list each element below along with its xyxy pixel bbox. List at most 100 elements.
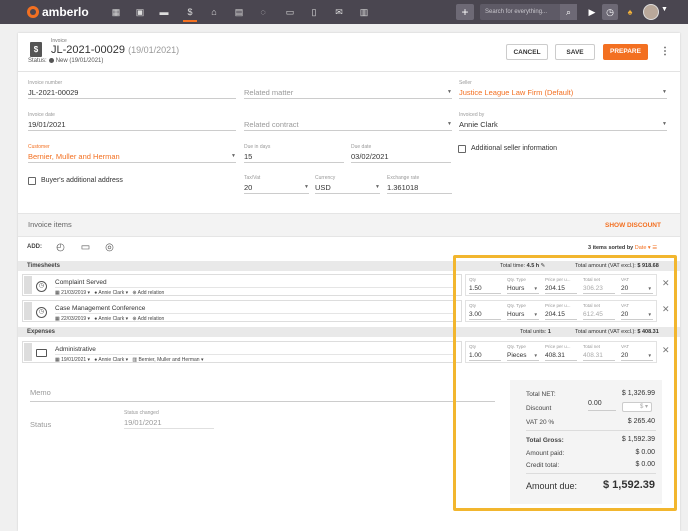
price-field: Price per u... 204.15 xyxy=(545,277,577,294)
sort-field[interactable]: Date xyxy=(635,245,647,251)
invoiced-by-select[interactable]: Annie Clark ▼ xyxy=(459,119,667,131)
related-contract-field[interactable]: Related contract ▼ xyxy=(244,112,452,131)
qty-field: Qty 1.50 xyxy=(469,277,501,294)
save-button[interactable]: SAVE xyxy=(555,44,595,60)
invoice-number-value[interactable]: JL-2021-00029 xyxy=(28,87,236,99)
row-title[interactable]: Case Management Conference xyxy=(55,305,145,312)
page-title: JL-2021-00029 (19/01/2021) xyxy=(51,44,179,56)
reports-icon[interactable]: ▥ xyxy=(357,5,371,19)
qty-type-field: Qty. Type Pieces ▼ xyxy=(507,344,539,361)
contacts-icon[interactable]: ▣ xyxy=(133,5,147,19)
chat-icon[interactable]: ◌ xyxy=(256,5,270,19)
dashboard-icon[interactable]: ▦ xyxy=(109,5,123,19)
bank-icon[interactable]: ⌂ xyxy=(207,5,221,19)
currency-field[interactable]: Currency USD ▼ xyxy=(315,175,380,194)
search-icon[interactable]: ⌕ xyxy=(560,4,577,20)
memo-input[interactable] xyxy=(30,401,495,402)
buyers-address-checkbox[interactable] xyxy=(28,177,36,185)
related-contract-select[interactable]: Related contract ▼ xyxy=(244,119,452,131)
due-days-value[interactable]: 15 xyxy=(244,151,344,163)
amount-paid-label: Amount paid: xyxy=(526,450,565,457)
user-icon: ● xyxy=(94,316,98,322)
credit-total-label: Credit total: xyxy=(526,462,560,469)
prepare-button[interactable]: PREPARE xyxy=(603,44,648,60)
user-avatar[interactable] xyxy=(643,4,659,20)
row-title[interactable]: Administrative xyxy=(55,346,96,353)
totals-divider xyxy=(526,473,656,474)
invoice-icon[interactable]: $ xyxy=(183,3,197,22)
play-timer-icon[interactable]: ▶ xyxy=(584,4,600,20)
add-timesheet-icon[interactable]: ◴ xyxy=(55,242,66,253)
drag-handle[interactable] xyxy=(24,276,32,294)
vat-field: VAT 20 ▼ xyxy=(621,277,653,294)
tax-field[interactable]: Tax/Vat 20 ▼ xyxy=(244,175,309,194)
due-days-label: Due in days xyxy=(244,144,271,150)
chevron-down-icon: ▼ xyxy=(447,121,452,127)
sort-indicator[interactable]: 3 items sorted by Date ▾ ☰ xyxy=(588,245,657,251)
chevron-down-icon[interactable]: ▼ xyxy=(661,6,668,13)
folder-icon[interactable]: ▭ xyxy=(283,5,297,19)
add-expense-icon[interactable]: ▭ xyxy=(80,242,91,253)
more-options-icon[interactable]: ⋮ xyxy=(660,46,670,57)
customer-select[interactable]: Bernier, Muller and Herman ▼ xyxy=(28,151,236,163)
calendar-icon[interactable]: ▤ xyxy=(232,5,246,19)
calendar-icon: ▦ xyxy=(55,290,60,296)
notification-bell-icon[interactable]: ♠ xyxy=(622,4,638,20)
show-discount-button[interactable]: SHOW DISCOUNT xyxy=(605,222,661,229)
status-label: Status xyxy=(30,420,52,429)
briefcase-icon[interactable]: ▬ xyxy=(157,5,171,19)
timer-icon[interactable]: ◷ xyxy=(602,4,618,20)
drag-handle[interactable] xyxy=(24,343,32,361)
due-date-field[interactable]: Due date 03/02/2021 xyxy=(351,144,451,163)
customer-field[interactable]: Customer Bernier, Muller and Herman ▼ xyxy=(28,144,236,163)
qty-type-field: Qty. Type Hours ▼ xyxy=(507,277,539,294)
mail-icon[interactable]: ✉ xyxy=(332,5,346,19)
customer-label: Customer xyxy=(28,144,50,150)
timesheets-group-title: Timesheets xyxy=(27,263,60,269)
add-fee-icon[interactable]: ◎ xyxy=(104,242,115,253)
due-days-field[interactable]: Due in days 15 xyxy=(244,144,344,163)
status-prefix: Status: xyxy=(28,58,47,65)
tax-label: Tax/Vat xyxy=(244,175,261,181)
delete-row-icon[interactable]: ✕ xyxy=(662,304,670,315)
drag-handle[interactable] xyxy=(24,302,32,320)
expenses-total-units: Total units: 1 xyxy=(520,329,551,335)
invoice-items-header xyxy=(18,213,680,237)
invoice-date-value[interactable]: 19/01/2021 xyxy=(28,119,236,131)
invoiced-by-label: Invoiced by xyxy=(459,112,485,118)
vat-label: VAT 20 % xyxy=(526,419,555,426)
logo-mark-icon xyxy=(27,6,39,18)
seller-field[interactable]: Seller Justice League Law Firm (Default)… xyxy=(459,80,667,99)
row-title[interactable]: Complaint Served xyxy=(55,279,107,286)
exchange-rate-field[interactable]: Exchange rate 1.361018 xyxy=(387,175,452,194)
tax-select[interactable]: 20 ▼ xyxy=(244,182,309,194)
related-matter-select[interactable]: Related matter ▼ xyxy=(244,87,452,99)
qty-field: Qty 1.00 xyxy=(469,344,501,361)
customer-value: Bernier, Muller and Herman xyxy=(28,152,120,161)
document-icon[interactable]: ▯ xyxy=(307,5,321,19)
discount-currency-select[interactable]: $ ▾ xyxy=(622,402,652,412)
seller-select[interactable]: Justice League Law Firm (Default) ▼ xyxy=(459,87,667,99)
price-field: Price per u... 408.31 xyxy=(545,344,577,361)
expense-card-icon xyxy=(36,349,47,357)
currency-select[interactable]: USD ▼ xyxy=(315,182,380,194)
related-matter-field[interactable]: Related matter ▼ xyxy=(244,80,452,99)
invoice-number-field[interactable]: Invoice number JL-2021-00029 xyxy=(28,80,236,99)
additional-seller-checkbox[interactable] xyxy=(458,145,466,153)
related-contract-placeholder: Related contract xyxy=(244,120,299,129)
user-icon: ● xyxy=(94,357,98,363)
memo-label[interactable]: Memo xyxy=(30,388,51,397)
invoice-date-field[interactable]: Invoice date 19/01/2021 xyxy=(28,112,236,131)
quick-add-button[interactable]: + xyxy=(456,4,474,20)
amberlo-logo[interactable]: amberlo xyxy=(27,5,89,19)
exchange-rate-value[interactable]: 1.361018 xyxy=(387,182,452,194)
delete-row-icon[interactable]: ✕ xyxy=(662,345,670,356)
status-line: Status: New (19/01/2021) xyxy=(28,58,103,64)
plus-icon: ⊕ xyxy=(132,316,137,322)
due-date-value[interactable]: 03/02/2021 xyxy=(351,151,451,163)
cancel-button[interactable]: CANCEL xyxy=(506,44,548,60)
buyers-address-label: Buyer's additional address xyxy=(41,177,123,184)
delete-row-icon[interactable]: ✕ xyxy=(662,278,670,289)
discount-input[interactable]: 0.00 xyxy=(588,400,616,411)
invoiced-by-field[interactable]: Invoiced by Annie Clark ▼ xyxy=(459,112,667,131)
